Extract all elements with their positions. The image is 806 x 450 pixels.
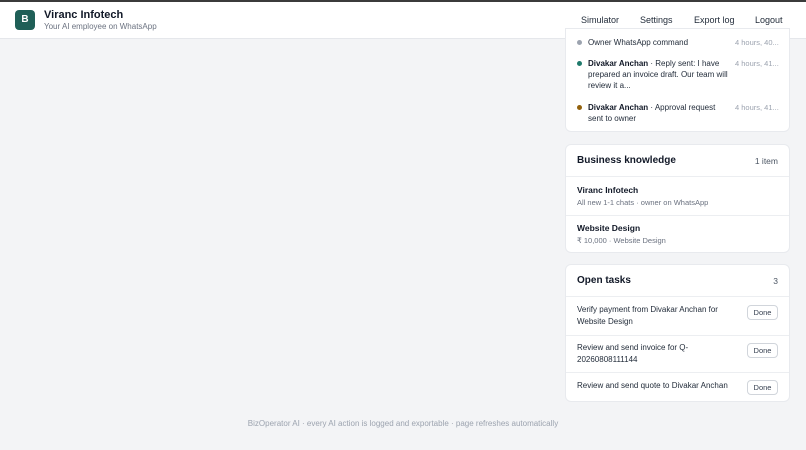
page-footer: BizOperator AI · every AI action is logg…	[247, 419, 559, 428]
activity-card: Owner WhatsApp command 4 hours, 40... Di…	[565, 28, 790, 132]
activity-status-dot	[577, 40, 582, 45]
activity-item: Owner WhatsApp command	[588, 37, 728, 48]
knowledge-item-name: Website Design	[577, 223, 641, 233]
knowledge-item-detail: ₹ 10,000 · Website Design	[577, 236, 666, 245]
card-title: Business knowledge	[577, 155, 676, 166]
activity-time: 4 hours, 41...	[735, 59, 779, 68]
divider	[566, 372, 789, 373]
task-done-button[interactable]: Done	[747, 343, 778, 358]
nav-export-log-link[interactable]: Export log	[694, 15, 735, 25]
nav-simulator-link[interactable]: Simulator	[581, 15, 619, 25]
business-knowledge-card: Business knowledge 1 item Viranc Infotec…	[565, 144, 790, 253]
task-done-button[interactable]: Done	[747, 380, 778, 395]
activity-status-dot	[577, 105, 582, 110]
task-done-button[interactable]: Done	[747, 305, 778, 320]
nav-logout-link[interactable]: Logout	[755, 15, 783, 25]
divider	[566, 335, 789, 336]
activity-contact-name: Divakar Anchan	[588, 59, 649, 68]
item-count: 1 item	[754, 156, 778, 166]
activity-contact-name: Divakar Anchan	[588, 103, 649, 112]
activity-status-dot	[577, 61, 582, 66]
open-tasks-card: Open tasks 3 Verify payment from Divakar…	[565, 264, 790, 402]
task-description: Verify payment from Divakar Anchan for W…	[577, 305, 718, 326]
divider	[566, 215, 789, 216]
activity-item: Divakar Anchan · Approval request sent t…	[588, 102, 728, 124]
card-header: Open tasks 3	[566, 265, 789, 297]
task-count: 3	[773, 276, 778, 286]
business-name: Viranc Infotech	[44, 9, 124, 21]
activity-item: Divakar Anchan · Reply sent: I have prep…	[588, 58, 728, 91]
card-title: Open tasks	[577, 275, 631, 286]
task-description: Review and send quote to Divakar Anchan	[577, 381, 728, 390]
activity-time: 4 hours, 40...	[735, 38, 779, 47]
task-description: Review and send invoice for Q-2026080811…	[577, 343, 689, 364]
brand-logo: B	[15, 10, 35, 30]
knowledge-item-name: Viranc Infotech	[577, 185, 639, 195]
activity-time: 4 hours, 41...	[735, 103, 779, 112]
knowledge-item-detail: All new 1-1 chats · owner on WhatsApp	[577, 198, 709, 207]
card-header: Business knowledge 1 item	[566, 145, 789, 177]
nav-settings-link[interactable]: Settings	[640, 15, 673, 25]
business-tagline: Your AI employee on WhatsApp	[44, 22, 157, 31]
activity-text: Owner WhatsApp command	[588, 38, 689, 47]
